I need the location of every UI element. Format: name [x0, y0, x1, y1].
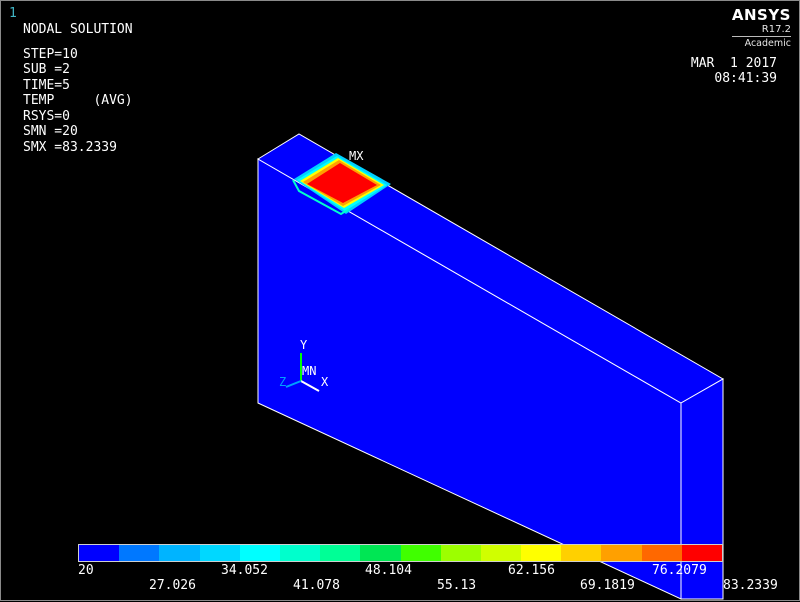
legend-tick: 55.13 [437, 578, 477, 593]
legend-tick: 62.156 [508, 563, 555, 578]
legend-swatch [279, 545, 321, 561]
legend-swatch [199, 545, 240, 561]
axis-x-label: X [321, 375, 329, 389]
axis-z-label: Z [279, 375, 287, 389]
model-view [257, 133, 725, 600]
legend-tick: 34.052 [221, 563, 268, 578]
legend-swatch [159, 545, 200, 561]
legend-swatch [480, 545, 522, 561]
legend-swatch [641, 545, 682, 561]
contour-legend-bar [78, 544, 723, 562]
legend-swatch [440, 545, 481, 561]
legend-tick: 76.2079 [652, 563, 707, 578]
legend-tick: 27.026 [149, 578, 196, 593]
max-marker: MX [349, 149, 364, 163]
legend-tick: 20 [78, 563, 94, 578]
legend-tick: 41.078 [293, 578, 340, 593]
axis-y-label: Y [300, 338, 308, 352]
legend-swatch [400, 545, 441, 561]
legend-swatch [79, 545, 120, 561]
legend-tick: 83.2339 [723, 578, 778, 593]
legend-swatch [239, 545, 280, 561]
legend-tick: 69.1819 [580, 578, 635, 593]
legend-swatch [521, 545, 562, 561]
legend-swatch [119, 545, 160, 561]
legend-tick: 48.104 [365, 563, 412, 578]
min-marker: MN [302, 364, 317, 378]
graphics-viewport[interactable]: 1 NODAL SOLUTION STEP=10 SUB =2 TIME=5 T… [0, 0, 800, 601]
legend-swatch [561, 545, 602, 561]
legend-swatch [320, 545, 361, 561]
legend-swatch [681, 545, 722, 561]
legend-swatch [601, 545, 642, 561]
legend-swatch [360, 545, 401, 561]
